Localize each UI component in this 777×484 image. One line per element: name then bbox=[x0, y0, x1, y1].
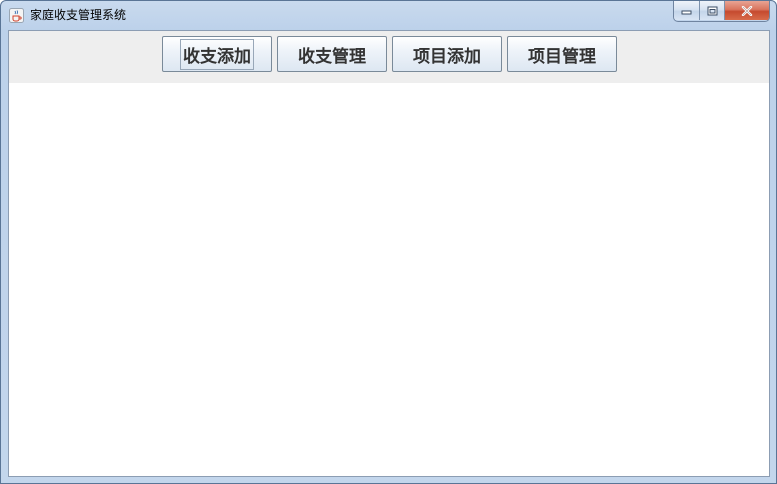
close-button[interactable] bbox=[725, 1, 769, 20]
manage-transactions-label: 收支管理 bbox=[298, 46, 366, 67]
java-cup-icon bbox=[9, 8, 24, 23]
add-transaction-label: 收支添加 bbox=[180, 38, 254, 70]
manage-transactions-button[interactable]: 收支管理 bbox=[277, 36, 387, 72]
content-panel bbox=[9, 83, 769, 476]
add-item-label: 项目添加 bbox=[413, 46, 481, 67]
close-icon bbox=[741, 5, 753, 16]
maximize-button[interactable] bbox=[700, 1, 725, 20]
window-title: 家庭收支管理系统 bbox=[30, 8, 127, 22]
menu-toolbar: 收支添加 收支管理 项目添加 项目管理 bbox=[9, 31, 769, 83]
client-area: 收支添加 收支管理 项目添加 项目管理 bbox=[8, 30, 770, 477]
minimize-button[interactable] bbox=[674, 1, 700, 20]
minimize-icon bbox=[681, 10, 692, 15]
add-transaction-button[interactable]: 收支添加 bbox=[162, 36, 272, 72]
caption-buttons bbox=[673, 1, 770, 22]
manage-items-label: 项目管理 bbox=[528, 46, 596, 67]
manage-items-button[interactable]: 项目管理 bbox=[507, 36, 617, 72]
add-item-button[interactable]: 项目添加 bbox=[392, 36, 502, 72]
maximize-icon bbox=[707, 6, 717, 15]
app-window: 家庭收支管理系统 收支添加 收支管理 项目添加 项目管理 bbox=[0, 0, 777, 484]
title-bar[interactable]: 家庭收支管理系统 bbox=[1, 1, 776, 30]
